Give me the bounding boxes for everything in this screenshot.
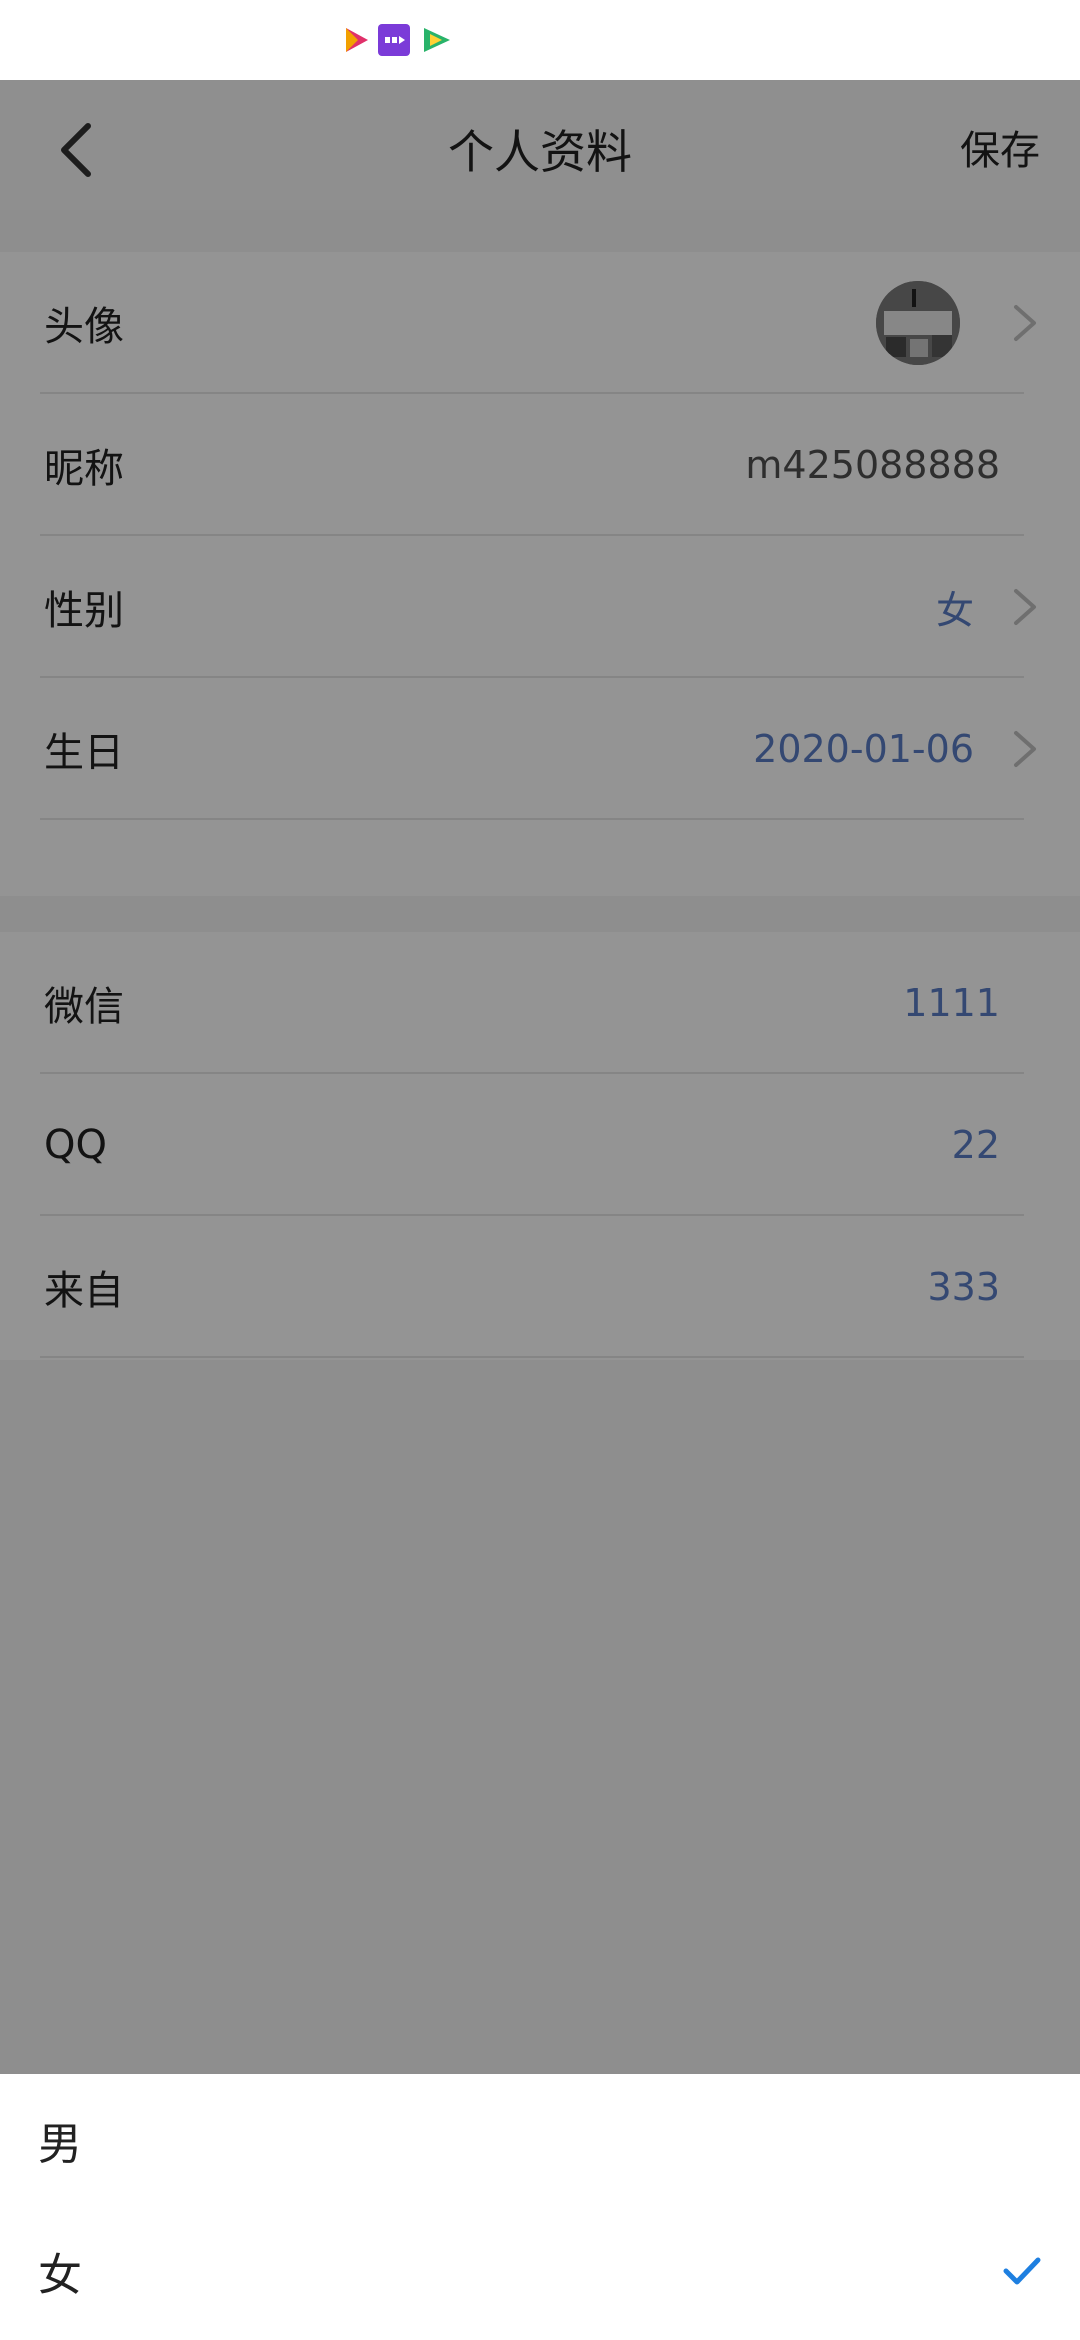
- checkmark-icon: [1003, 2257, 1041, 2284]
- gender-option-label: 女: [38, 2249, 82, 2301]
- modal-overlay[interactable]: [0, 80, 1080, 2074]
- gender-picker-sheet: 男 女: [0, 2074, 1080, 2340]
- media-app-icon: [378, 24, 410, 56]
- gender-option-female[interactable]: 女: [0, 2205, 1080, 2336]
- video-app-icon: [424, 28, 450, 52]
- video-play-icon: [346, 28, 368, 52]
- status-bar: [0, 0, 1080, 80]
- gender-option-male[interactable]: 男: [0, 2074, 1080, 2205]
- gender-option-label: 男: [38, 2118, 82, 2170]
